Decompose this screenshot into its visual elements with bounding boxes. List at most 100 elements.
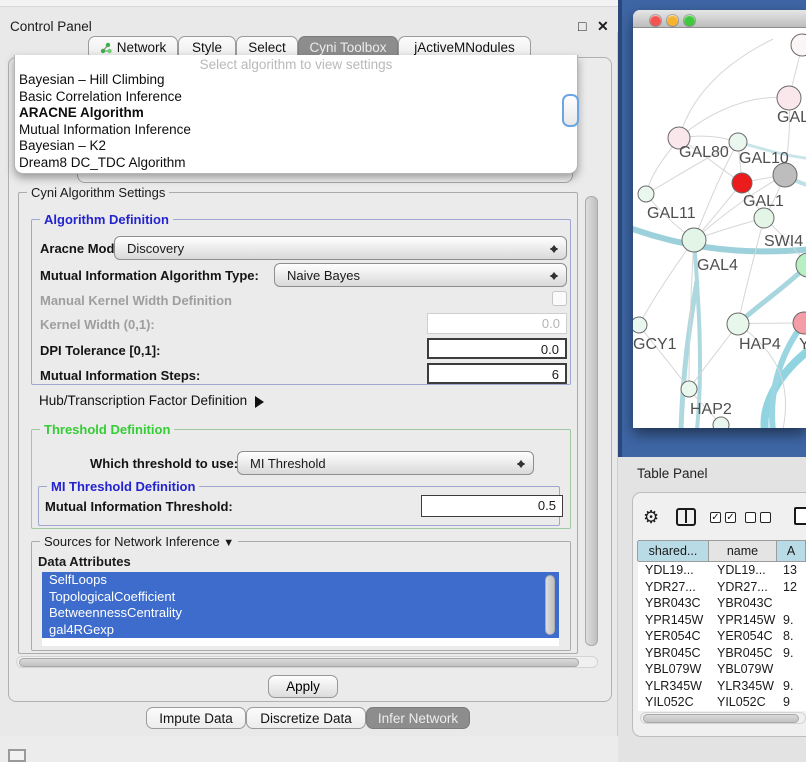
gear-icon[interactable]: ⚙ [643, 508, 659, 526]
algorithm-popup-list: Bayesian – Hill ClimbingBasic Correlatio… [15, 72, 577, 172]
stepper-arrows-icon [549, 267, 559, 285]
unchecked-box-icon [760, 512, 771, 523]
tab-label: Infer Network [378, 711, 458, 726]
close-window-icon[interactable] [650, 15, 661, 26]
sources-toggle[interactable]: Sources for Network Inference ▼ [40, 534, 238, 549]
float-panel-icon[interactable]: □ [578, 18, 586, 34]
attribute-item[interactable]: gal4RGexp [42, 622, 559, 639]
table-row[interactable]: YER054CYER054C8. [638, 628, 806, 645]
table-horizontal-thumb[interactable] [643, 714, 799, 723]
threshold-definition-group: Threshold Definition Which threshold to … [31, 429, 571, 529]
network-canvas[interactable]: GALGAL80GAL10GAL1GAL11SWI4GAL4GCY1HAP4YH… [633, 29, 806, 428]
table-cell: YLR345W [638, 679, 710, 693]
sources-group: Sources for Network Inference ▼ Data Att… [31, 541, 571, 651]
combo-value: Naive Bayes [287, 268, 360, 283]
table-row[interactable]: YLR345WYLR345W9. [638, 678, 806, 695]
table-horizontal-scrollbar[interactable] [640, 712, 806, 724]
network-node[interactable] [791, 34, 806, 56]
attribute-item[interactable]: BetweennessCentrality [42, 605, 559, 622]
minimize-window-icon[interactable] [667, 15, 678, 26]
select-all-icon[interactable]: ✓✓ [710, 512, 736, 523]
deselect-all-icon[interactable] [745, 512, 771, 523]
table-cell: YDR27... [638, 580, 710, 594]
network-view-window[interactable]: GALGAL80GAL10GAL1GAL11SWI4GAL4GCY1HAP4YH… [633, 10, 806, 428]
network-node[interactable] [713, 417, 729, 428]
table-row[interactable]: YPR145WYPR145W9. [638, 612, 806, 629]
network-node[interactable] [638, 186, 654, 202]
table-cell: YPR145W [638, 613, 710, 627]
node-table: shared... name A YDL19...YDL19...13YDR27… [638, 540, 806, 711]
table-row[interactable]: YDL19...YDL19...13 [638, 562, 806, 579]
table-cell: YER054C [710, 629, 779, 643]
network-node[interactable] [633, 317, 647, 333]
close-panel-icon[interactable]: ✕ [597, 18, 609, 35]
table-cell: YBR045C [710, 646, 779, 660]
columns-icon[interactable] [676, 508, 696, 526]
tab-infer-network[interactable]: Infer Network [366, 707, 470, 729]
data-attributes-list[interactable]: SelfLoopsTopologicalCoefficientBetweenne… [42, 572, 559, 646]
apply-button[interactable]: Apply [268, 675, 338, 698]
attribute-item[interactable]: SelfLoops [42, 572, 559, 589]
which-threshold-combobox[interactable]: MI Threshold [237, 451, 534, 475]
network-node[interactable] [681, 381, 697, 397]
file-icon[interactable] [794, 507, 806, 525]
network-node[interactable] [777, 86, 801, 110]
table-body[interactable]: YDL19...YDL19...13YDR27...YDR27...12YBR0… [638, 562, 806, 711]
control-panel-titlebar: Control Panel □ ✕ [0, 7, 618, 32]
zoom-window-icon[interactable] [684, 15, 695, 26]
node-label: GCY1 [633, 336, 677, 353]
attribute-item[interactable]: TopologicalCoefficient [42, 589, 559, 606]
tab-label: Select [248, 40, 286, 55]
tab-label: Cyni Toolbox [309, 40, 386, 55]
mi-threshold-field[interactable]: 0.5 [421, 495, 563, 517]
network-node[interactable] [732, 173, 752, 193]
network-node[interactable] [754, 208, 774, 228]
table-cell: YIL052C [710, 695, 779, 709]
algorithm-option[interactable]: Mutual Information Inference [15, 122, 577, 139]
algorithm-option[interactable]: Bayesian – K2 [15, 138, 577, 155]
table-cell: 13 [779, 563, 806, 577]
tab-label: Network [117, 40, 167, 55]
mi-type-label: Mutual Information Algorithm Type: [40, 268, 259, 283]
table-cell: YDL19... [710, 563, 779, 577]
aracne-mode-combobox[interactable]: Discovery [114, 236, 567, 260]
table-row[interactable]: YIL052CYIL052C9 [638, 694, 806, 711]
algorithm-option[interactable]: Bayesian – Hill Climbing [15, 72, 577, 89]
list-scrollbar-thumb[interactable] [545, 575, 555, 635]
column-header-shared-name[interactable]: shared... [637, 541, 709, 561]
table-cell: YBR043C [638, 596, 710, 610]
table-header: shared... name A [638, 540, 806, 562]
algorithm-option[interactable]: Basic Correlation Inference [15, 89, 577, 106]
network-node[interactable] [773, 163, 797, 187]
table-row[interactable]: YDR27...YDR27...12 [638, 579, 806, 596]
table-row[interactable]: YBR043CYBR043C [638, 595, 806, 612]
table-cell: YBL079W [638, 662, 710, 676]
mi-algorithm-type-combobox[interactable]: Naive Bayes [274, 263, 567, 287]
column-header-partial[interactable]: A [776, 541, 806, 561]
tab-discretize-data[interactable]: Discretize Data [246, 707, 366, 729]
algorithm-dropdown-popup: Select algorithm to view settings Bayesi… [14, 55, 578, 174]
network-node[interactable] [727, 313, 749, 335]
hub-definition-toggle[interactable]: Hub/Transcription Factor Definition [39, 393, 270, 408]
network-node[interactable] [729, 133, 747, 151]
table-row[interactable]: YBL079WYBL079W [638, 661, 806, 678]
table-row[interactable]: YBR045CYBR045C9. [638, 645, 806, 662]
checked-box-icon: ✓ [710, 512, 721, 523]
cyni-settings-pane: Cyni Algorithm Settings Algorithm Defini… [14, 186, 600, 672]
kernel-width-field[interactable]: 0.0 [427, 313, 567, 334]
corner-widget-fragment[interactable] [8, 749, 26, 762]
network-node[interactable] [682, 228, 706, 252]
dpi-tolerance-field[interactable]: 0.0 [427, 338, 567, 359]
algorithm-option[interactable]: Dream8 DC_TDC Algorithm [15, 155, 577, 172]
manual-kernel-checkbox[interactable] [552, 291, 567, 306]
network-window-titlebar[interactable] [633, 10, 806, 28]
tab-impute-data[interactable]: Impute Data [146, 707, 246, 729]
algorithm-option[interactable]: ARACNE Algorithm [15, 105, 577, 122]
node-label: HAP4 [739, 336, 781, 353]
settings-vertical-scrollbar[interactable] [585, 196, 598, 646]
column-header-name[interactable]: name [708, 541, 777, 561]
settings-horizontal-scrollbar[interactable] [16, 656, 598, 668]
settings-horizontal-thumb[interactable] [19, 658, 579, 667]
chevron-down-icon: ▼ [223, 537, 234, 549]
mi-steps-field[interactable]: 6 [427, 363, 567, 384]
